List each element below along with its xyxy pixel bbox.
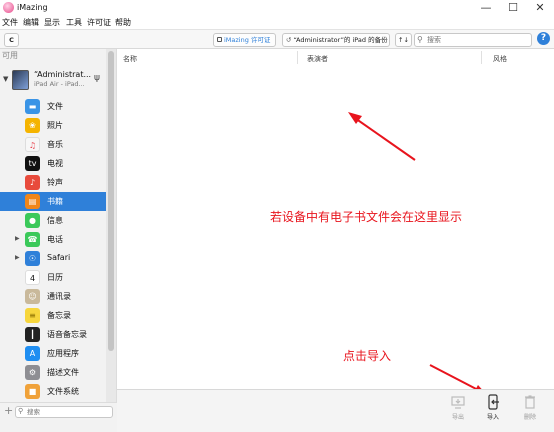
annotation-import-hint: 点击导入 <box>343 349 392 363</box>
export-button[interactable]: 导出 <box>445 394 471 426</box>
import-button[interactable]: 导入 <box>480 394 506 426</box>
import-icon <box>488 394 499 410</box>
delete-button[interactable]: 删除 <box>517 394 543 426</box>
annotation-empty-hint: 若设备中有电子书文件会在这里显示 <box>270 210 463 224</box>
trash-icon <box>525 395 535 409</box>
arrow-to-import <box>429 364 483 393</box>
export-label: 导出 <box>451 414 464 421</box>
import-label: 导入 <box>486 414 499 421</box>
action-bar: 导出 导入 删除 <box>117 389 554 432</box>
delete-label: 删除 <box>523 414 536 421</box>
export-icon <box>451 396 465 409</box>
arrow-to-list <box>351 115 416 161</box>
